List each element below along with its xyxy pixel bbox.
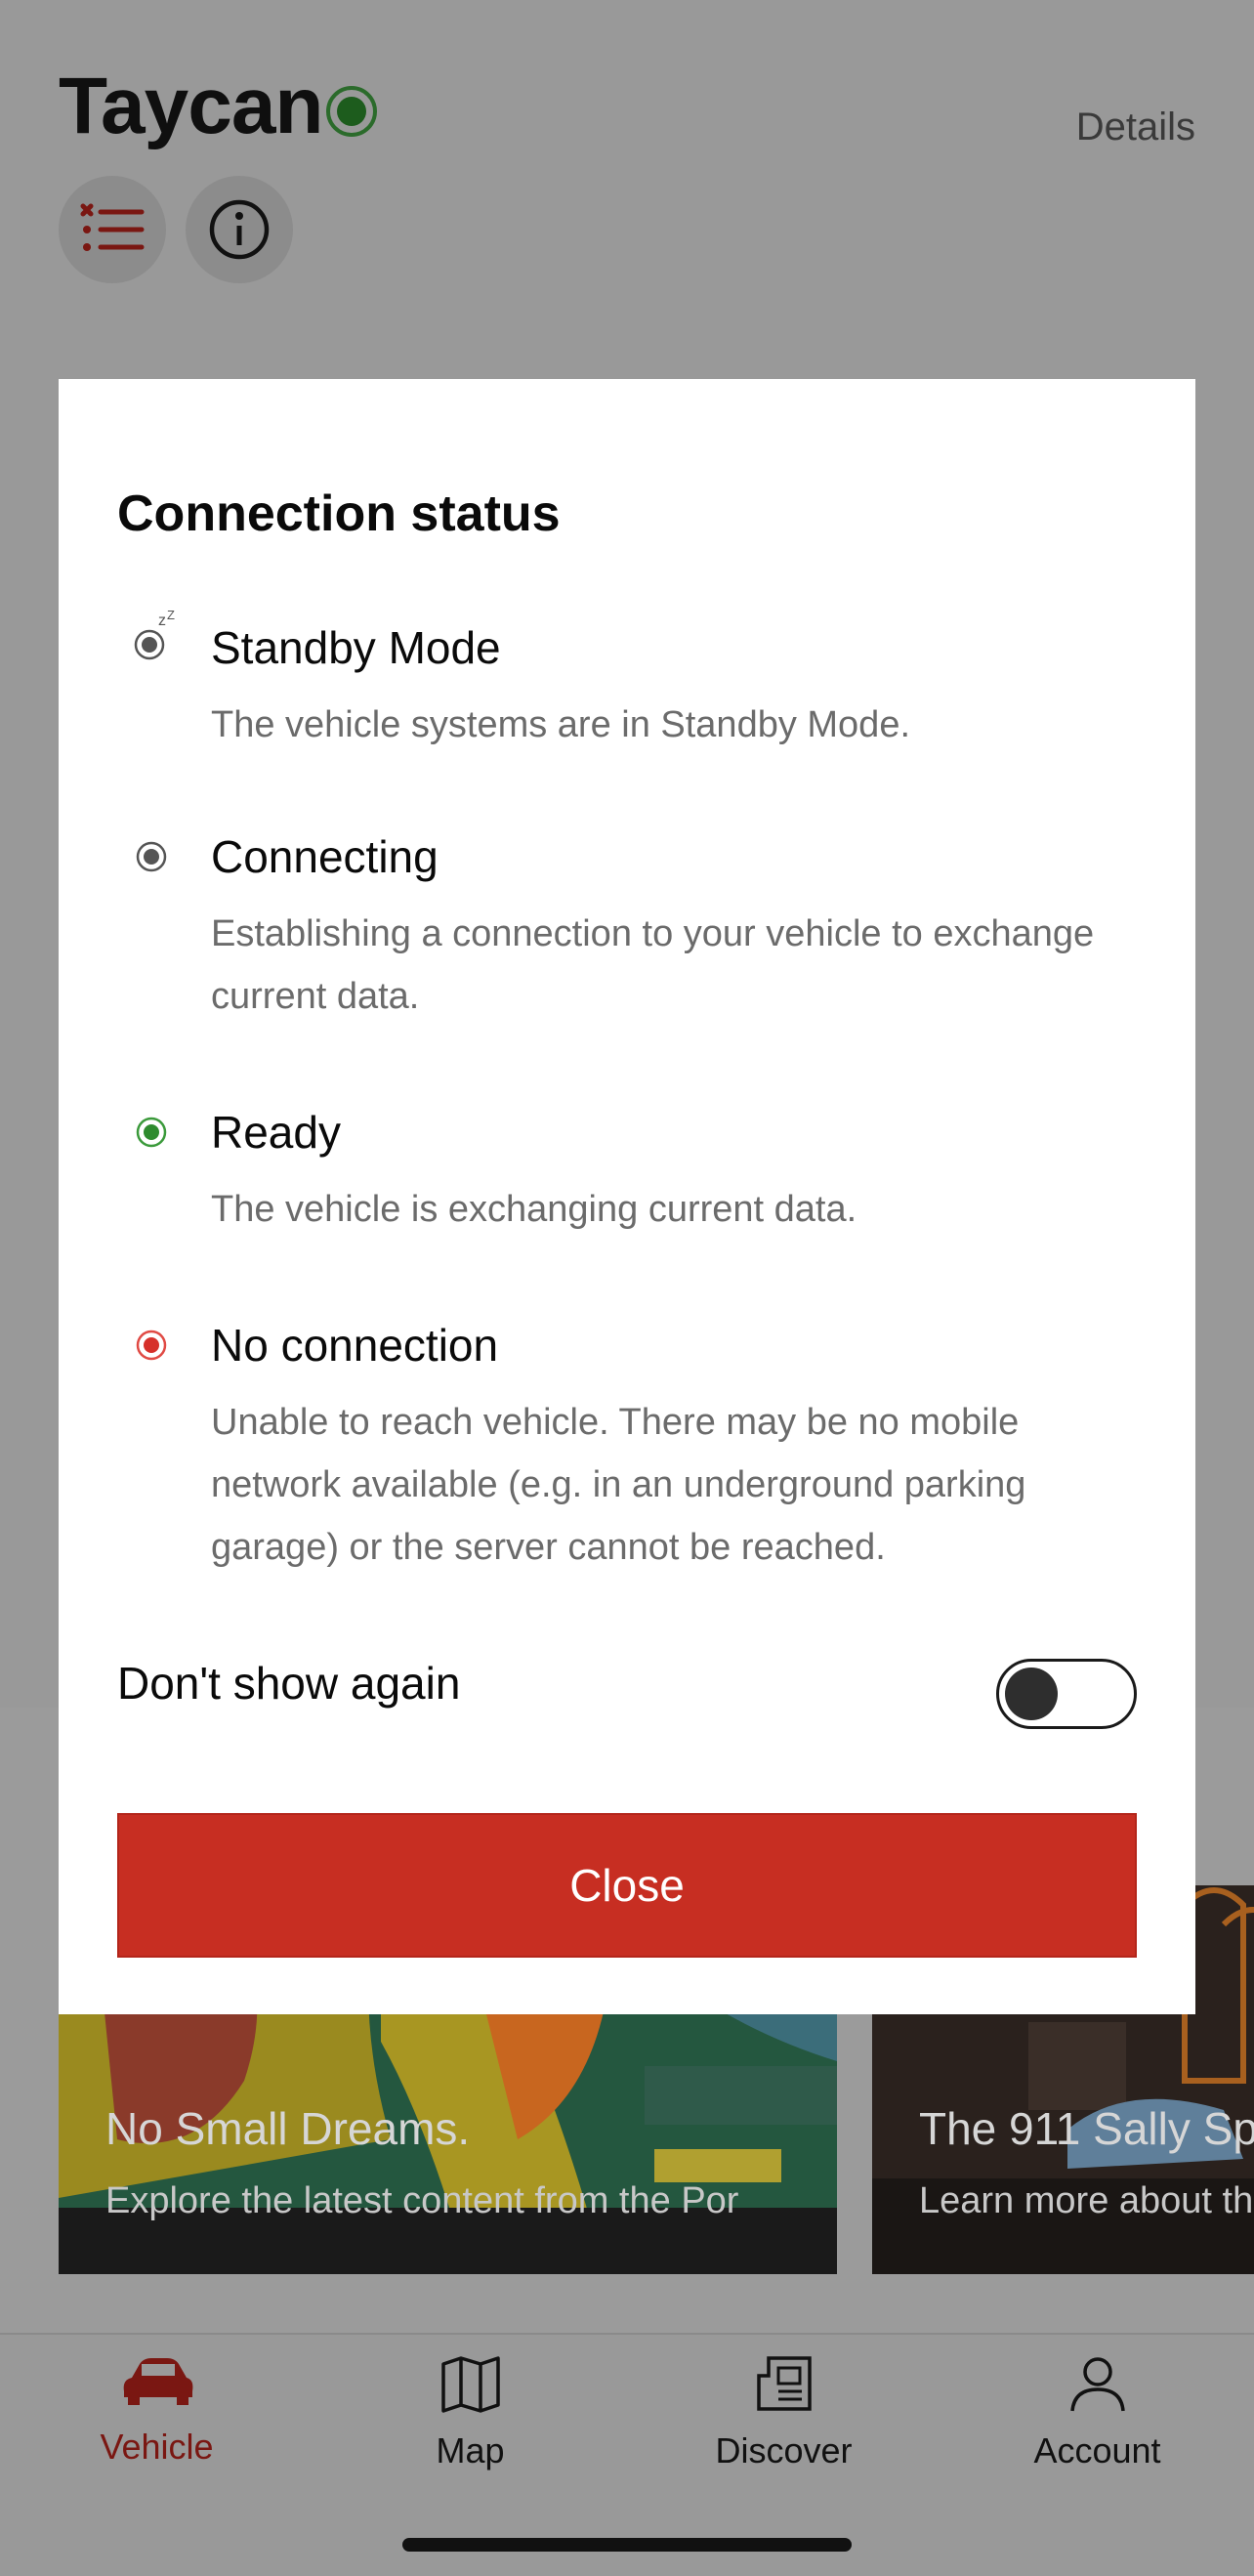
- home-indicator[interactable]: [402, 2538, 852, 2552]
- tab-label: Map: [436, 2430, 505, 2470]
- checklist-icon: [80, 203, 145, 251]
- card-subtitle: Learn more about th: [919, 2180, 1254, 2221]
- standby-icon: z Z: [134, 610, 175, 660]
- info-button[interactable]: [186, 176, 293, 283]
- toggle-knob: [1005, 1668, 1058, 1720]
- status-description: The vehicle systems are in Standby Mode.: [211, 704, 911, 745]
- news-icon: [756, 2356, 812, 2411]
- map-icon: [440, 2356, 500, 2413]
- tab-label: Account: [1033, 2430, 1161, 2470]
- status-description: Establishing a connection to your vehicl…: [211, 913, 1095, 1017]
- svg-text:Z: Z: [167, 610, 175, 622]
- status-name: No connection: [211, 1320, 499, 1371]
- svg-text:z: z: [158, 612, 166, 629]
- tab-vehicle[interactable]: Vehicle: [0, 2354, 314, 2511]
- tab-label: Vehicle: [100, 2427, 214, 2467]
- connecting-icon: [136, 841, 167, 872]
- details-link[interactable]: Details: [1076, 106, 1195, 149]
- card-subtitle: Explore the latest content from the Por: [105, 2180, 739, 2221]
- info-icon: [209, 199, 270, 260]
- checklist-button[interactable]: [59, 176, 166, 283]
- card-title: No Small Dreams.: [105, 2103, 471, 2154]
- status-description: The vehicle is exchanging current data.: [211, 1189, 857, 1230]
- card-title: The 911 Sally Spe: [919, 2103, 1254, 2154]
- dont-show-again-toggle[interactable]: [996, 1659, 1137, 1729]
- connection-status-dialog: Connection status z Z Standby Mode The v…: [59, 379, 1195, 2014]
- vehicle-name: Taycan: [59, 62, 324, 150]
- tab-map[interactable]: Map: [314, 2354, 627, 2511]
- dont-show-again-label: Don't show again: [117, 1658, 461, 1709]
- ready-icon: [136, 1117, 167, 1148]
- connection-status-icon[interactable]: [326, 86, 377, 137]
- car-icon: [123, 2358, 192, 2405]
- tab-account[interactable]: Account: [940, 2354, 1254, 2511]
- no-connection-icon: [136, 1330, 167, 1361]
- person-icon: [1069, 2357, 1125, 2412]
- status-name: Standby Mode: [211, 622, 501, 673]
- close-button[interactable]: Close: [117, 1813, 1137, 1958]
- status-name: Ready: [211, 1107, 341, 1158]
- tab-label: Discover: [715, 2430, 853, 2470]
- tab-discover[interactable]: Discover: [627, 2354, 940, 2511]
- dialog-title: Connection status: [117, 486, 561, 542]
- status-name: Connecting: [211, 831, 439, 882]
- status-description: Unable to reach vehicle. There may be no…: [211, 1402, 1026, 1568]
